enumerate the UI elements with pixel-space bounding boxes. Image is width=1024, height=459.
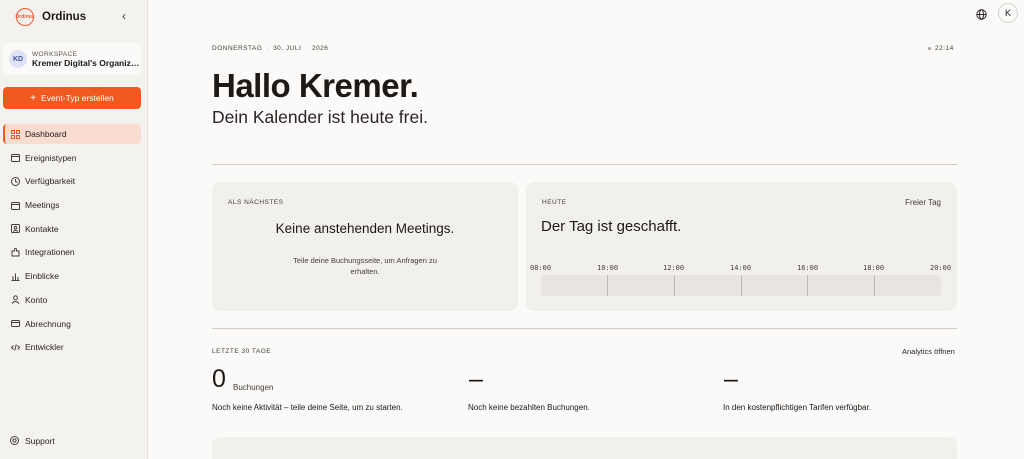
clock: 22:14: [928, 45, 954, 52]
sidebar-item-label: Ereignistypen: [25, 152, 77, 163]
workspace-label: WORKSPACE: [32, 50, 78, 58]
page-subtitle: Dein Kalender ist heute frei.: [212, 107, 428, 127]
sidebar-item-billing[interactable]: Abrechnung: [3, 314, 141, 334]
time: 22:14: [935, 45, 954, 52]
user-avatar[interactable]: K: [998, 3, 1018, 23]
page-title: Hallo Kremer.: [212, 67, 419, 104]
support-label: Support: [25, 436, 55, 446]
support-link[interactable]: Support: [10, 436, 55, 446]
timeline-gridline: [607, 275, 608, 296]
plus-icon: +: [30, 92, 37, 104]
timeline-tick: 10:00: [597, 264, 619, 272]
sidebar-item-label: Konto: [25, 294, 48, 305]
date: 30. JULI: [273, 45, 302, 52]
sidebar-item-integrations[interactable]: Integrationen: [3, 242, 141, 262]
calendar-icon: [10, 153, 20, 163]
sidebar-item-developer[interactable]: Entwickler: [3, 337, 141, 357]
stat-bookings-value: 0: [212, 365, 226, 393]
stat-premium-desc: In den kostenpflichtigen Tarifen verfügb…: [723, 403, 871, 412]
timeline-gridline: [874, 275, 875, 296]
calendar-icon: [10, 200, 20, 210]
card-label: HEUTE: [542, 199, 567, 206]
help-circle-icon: [10, 436, 20, 446]
bottom-card: [212, 437, 957, 459]
sidebar-item-label: Dashboard: [25, 129, 67, 139]
bar-chart-icon: [10, 271, 20, 281]
create-event-type-button[interactable]: + Event-Typ erstellen: [3, 87, 141, 109]
timeline-gridline: [674, 275, 675, 296]
stat-bookings-unit: Buchungen: [233, 383, 274, 392]
credit-card-icon: [10, 319, 20, 329]
weekday: DONNERSTAG: [212, 45, 263, 52]
stat-premium-value: –: [724, 365, 738, 393]
sidebar-item-label: Kontakte: [25, 223, 59, 234]
sidebar-item-label: Meetings: [25, 200, 60, 211]
workspace-switcher[interactable]: KD WORKSPACE Kremer Digital's Organizat.…: [3, 43, 141, 75]
date-line: DONNERSTAG · 30. JULI · 2026: [212, 45, 328, 52]
timeline-gridline: [741, 275, 742, 296]
grid-icon: [10, 129, 20, 139]
code-icon: [10, 342, 20, 352]
next-meeting-title: Keine anstehenden Meetings.: [275, 221, 455, 236]
today-title: Der Tag ist geschafft.: [541, 218, 682, 235]
user-icon: [10, 295, 20, 305]
sidebar-item-label: Entwickler: [25, 342, 64, 353]
timeline-tick: 14:00: [730, 264, 752, 272]
stat-paid-desc: Noch keine bezahlten Buchungen.: [468, 403, 590, 412]
sidebar-item-insights[interactable]: Einblicke: [3, 266, 141, 286]
stats-label: LETZTE 30 TAGE: [212, 348, 272, 355]
chevron-left-icon[interactable]: ‹: [122, 9, 126, 23]
sidebar-item-contacts[interactable]: Kontakte: [3, 219, 141, 239]
brand-name: Ordinus: [42, 11, 87, 23]
timeline-tick: 08:00: [530, 264, 552, 272]
stat-bookings-desc: Noch keine Aktivität – teile deine Seite…: [212, 403, 403, 412]
open-analytics-link[interactable]: Analytics öffnen: [902, 347, 955, 356]
sidebar-item-label: Einblicke: [25, 271, 60, 282]
create-event-type-label: Event-Typ erstellen: [41, 93, 114, 103]
status-dot-icon: [928, 46, 931, 50]
sidebar: Ordinus Ordinus ‹ KD WORKSPACE Kremer Di…: [0, 0, 148, 459]
sidebar-item-availability[interactable]: Verfügbarkeit: [3, 171, 141, 191]
sidebar-nav: Dashboard Ereignistypen Verfügbarkeit Me…: [3, 124, 141, 361]
stat-paid-value: –: [469, 365, 483, 393]
timeline-tick: 12:00: [663, 264, 685, 272]
year: 2026: [311, 45, 329, 52]
sidebar-item-label: Verfügbarkeit: [25, 176, 76, 187]
sidebar-item-meetings[interactable]: Meetings: [3, 195, 141, 215]
sidebar-item-label: Abrechnung: [25, 318, 71, 329]
next-meeting-card: ALS NÄCHSTES Keine anstehenden Meetings.…: [212, 182, 518, 311]
brand[interactable]: Ordinus Ordinus: [15, 8, 87, 26]
ordinus-logo-icon: Ordinus: [15, 8, 35, 26]
sidebar-item-dashboard[interactable]: Dashboard: [3, 124, 141, 144]
timeline-tick: 16:00: [797, 264, 819, 272]
next-meeting-subtitle: Teile deine Buchungsseite, um Anfragen z…: [293, 256, 437, 276]
clock-icon: [10, 176, 20, 186]
sidebar-item-label: Integrationen: [25, 247, 75, 258]
contact-icon: [10, 224, 20, 234]
separator: ·: [305, 45, 308, 52]
day-timeline: [541, 275, 941, 296]
timeline-tick: 18:00: [863, 264, 885, 272]
divider: [212, 164, 957, 165]
workspace-avatar: KD: [9, 50, 27, 68]
puzzle-icon: [10, 247, 20, 257]
separator: ·: [266, 45, 270, 52]
today-card: HEUTE Freier Tag Der Tag ist geschafft. …: [526, 182, 957, 311]
sidebar-item-account[interactable]: Konto: [3, 290, 141, 310]
card-label: ALS NÄCHSTES: [228, 199, 284, 206]
workspace-name: Kremer Digital's Organizat...: [32, 57, 140, 68]
globe-icon[interactable]: [976, 7, 987, 20]
free-day-tag: Freier Tag: [905, 198, 941, 207]
timeline-tick: 20:00: [930, 264, 952, 272]
divider: [212, 328, 957, 329]
sidebar-item-event-types[interactable]: Ereignistypen: [3, 148, 141, 168]
timeline-gridline: [807, 275, 808, 296]
